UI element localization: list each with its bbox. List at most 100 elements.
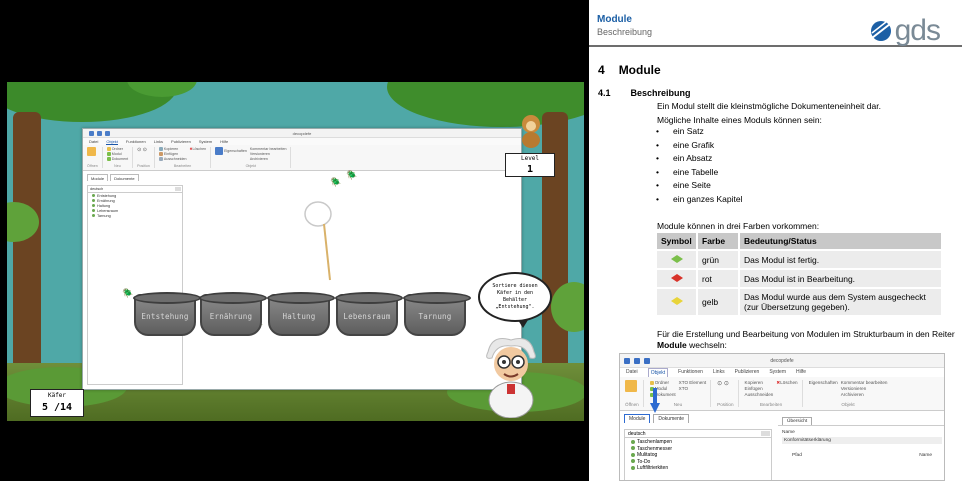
module-color-table: Symbol Farbe Bedeutung/Status grün Das M…: [657, 233, 941, 315]
module-green-icon: [670, 254, 683, 263]
container-entstehung[interactable]: Entstehung: [133, 292, 201, 336]
group-caption: Bearbeiten: [173, 164, 192, 168]
slide-stage: decopdefe Datei Objekt Funktionen Links …: [0, 0, 962, 481]
app-ribbon: Öffnen Ordner Modul Dokument Neu ⊙ ⊙ Pos…: [83, 145, 521, 171]
ribbon-modul[interactable]: Modul: [106, 152, 128, 157]
module-yellow-icon: [670, 297, 683, 305]
menu-system[interactable]: System: [199, 138, 212, 145]
butterfly-net-icon[interactable]: [300, 200, 340, 360]
shot-titlebar: decopdefe: [620, 354, 944, 368]
table-row: gelb Das Modul wurde aus dem System ausg…: [657, 287, 941, 315]
group-caption: Position: [137, 164, 150, 168]
language-select[interactable]: deutsch: [625, 430, 771, 438]
ribbon-einfuegen[interactable]: Einfügen: [158, 152, 187, 157]
ribbon-ausschneiden[interactable]: Ausschneiden: [158, 157, 187, 162]
beetle-icon[interactable]: 🪲: [346, 171, 357, 180]
ribbon-versionieren[interactable]: Versionieren: [250, 152, 287, 156]
table-cell: Das Modul wurde aus dem System ausgechec…: [738, 287, 941, 315]
tab-module[interactable]: Module: [624, 414, 651, 423]
ribbon-kommentar[interactable]: Kommentar bearbeiten: [250, 147, 287, 151]
table-header: Farbe: [696, 233, 739, 250]
ribbon-eigenschaften[interactable]: Eigenschaften: [215, 147, 247, 161]
tab-uebersicht[interactable]: Übersicht: [782, 417, 813, 425]
list-item: eine Seite: [656, 179, 742, 193]
ribbon-archivieren[interactable]: Archivieren: [841, 392, 888, 397]
redo-icon[interactable]: [105, 131, 110, 136]
language-select[interactable]: deutsch: [88, 186, 182, 193]
menu-funktionen[interactable]: Funktionen: [678, 368, 703, 377]
ribbon-kopieren[interactable]: Kopieren: [158, 147, 187, 152]
tab-module[interactable]: Module: [87, 174, 109, 181]
open-icon[interactable]: [87, 147, 96, 156]
subsection-heading: 4.1 Beschreibung: [598, 88, 691, 98]
gds-logo-text: gds: [894, 14, 941, 47]
ribbon-group-bearbeiten: Kopieren Einfügen Ausschneiden ✖Löschen …: [745, 380, 803, 407]
level-display: Level 1: [505, 153, 555, 177]
ribbon-kopieren[interactable]: Kopieren: [745, 380, 774, 385]
beetle-icon[interactable]: 🪲: [330, 178, 341, 187]
tree-node[interactable]: Luftfiltrierkiten: [631, 465, 765, 472]
table-cell: rot: [696, 268, 739, 288]
menu-publizieren[interactable]: Publizieren: [735, 368, 760, 377]
tree-node[interactable]: Tarnung: [92, 214, 178, 219]
ribbon-xto[interactable]: XTO: [679, 386, 707, 391]
tab-dokumente[interactable]: Dokumente: [653, 414, 689, 423]
ribbon-loeschen[interactable]: ✖Löschen: [190, 147, 207, 161]
table-row: rot Das Modul ist in Bearbeitung.: [657, 268, 941, 288]
paragraph: Ein Modul stellt die kleinstmögliche Dok…: [657, 101, 881, 111]
menu-datei[interactable]: Datei: [89, 138, 98, 145]
menu-links[interactable]: Links: [154, 138, 163, 145]
ribbon-group-position: ⊙ ⊙ Position: [717, 380, 739, 407]
redo-icon[interactable]: [644, 358, 650, 364]
speech-text: Sortiere diesen Käfer in den Behälter „E…: [492, 283, 538, 310]
beetle-counter: Käfer 5 /14: [30, 389, 84, 417]
container-haltung[interactable]: Haltung: [267, 292, 335, 336]
ribbon-archivieren[interactable]: Archivieren: [250, 157, 287, 161]
menu-funktionen[interactable]: Funktionen: [126, 138, 146, 145]
ribbon-ausschneiden[interactable]: Ausschneiden: [745, 392, 774, 397]
open-icon[interactable]: [625, 380, 637, 392]
menu-datei[interactable]: Datei: [626, 368, 638, 377]
ribbon-group-bearbeiten: Kopieren Einfügen Ausschneiden ✖Löschen …: [158, 147, 212, 168]
section-heading: 4 Module: [598, 63, 661, 77]
ribbon-eigenschaften[interactable]: Eigenschaften: [809, 380, 838, 397]
ribbon-ordner[interactable]: Ordner: [106, 147, 128, 152]
list-item: ein ganzes Kapitel: [656, 193, 742, 207]
monkey-icon: [522, 115, 540, 148]
menu-hilfe[interactable]: Hilfe: [796, 368, 806, 377]
ribbon-einfuegen[interactable]: Einfügen: [745, 386, 774, 391]
undo-icon[interactable]: [97, 131, 102, 136]
tab-dokumente[interactable]: Dokumente: [110, 174, 139, 181]
container-lebensraum[interactable]: Lebensraum: [335, 292, 403, 336]
ribbon-loeschen[interactable]: ✖Löschen: [776, 380, 797, 397]
professor-icon: [486, 338, 536, 418]
ribbon-xto-element[interactable]: XTO Element: [679, 380, 707, 385]
level-label: Level: [520, 155, 540, 162]
tree-trunk-left: [13, 112, 41, 382]
beetle-icon[interactable]: 🪲: [122, 289, 133, 298]
undo-icon[interactable]: [634, 358, 640, 364]
gds-logo-mark: [870, 21, 891, 41]
column-name: Name: [919, 453, 932, 458]
list-item: eine Tabelle: [656, 166, 742, 180]
shot-ribbon: Öffnen Ordner Modul Dokument XTO Element…: [620, 377, 944, 411]
menu-hilfe[interactable]: Hilfe: [220, 138, 228, 145]
ribbon-kommentar[interactable]: Kommentar bearbeiten: [841, 380, 888, 385]
menu-objekt[interactable]: Objekt: [647, 368, 669, 377]
menu-system[interactable]: System: [769, 368, 786, 377]
menu-publizieren[interactable]: Publizieren: [171, 138, 191, 145]
list-item: ein Absatz: [656, 152, 742, 166]
ribbon-group-objekt: Eigenschaften Kommentar bearbeiten Versi…: [808, 380, 888, 407]
container-ernaehrung[interactable]: Ernährung: [199, 292, 267, 336]
ribbon-dokument[interactable]: Dokument: [106, 157, 128, 162]
name-value: Konformitätserklärung: [782, 437, 942, 444]
shot-menu: Datei Objekt Funktionen Links Publiziere…: [620, 368, 944, 377]
ribbon-versionieren[interactable]: Versionieren: [841, 386, 888, 391]
save-icon[interactable]: [624, 358, 630, 364]
menu-objekt[interactable]: Objekt: [106, 138, 118, 145]
list-item: ein Satz: [656, 125, 742, 139]
menu-links[interactable]: Links: [713, 368, 725, 377]
container-tarnung[interactable]: Tarnung: [403, 292, 471, 336]
save-icon[interactable]: [89, 131, 94, 136]
ribbon-ordner[interactable]: Ordner: [649, 380, 676, 385]
